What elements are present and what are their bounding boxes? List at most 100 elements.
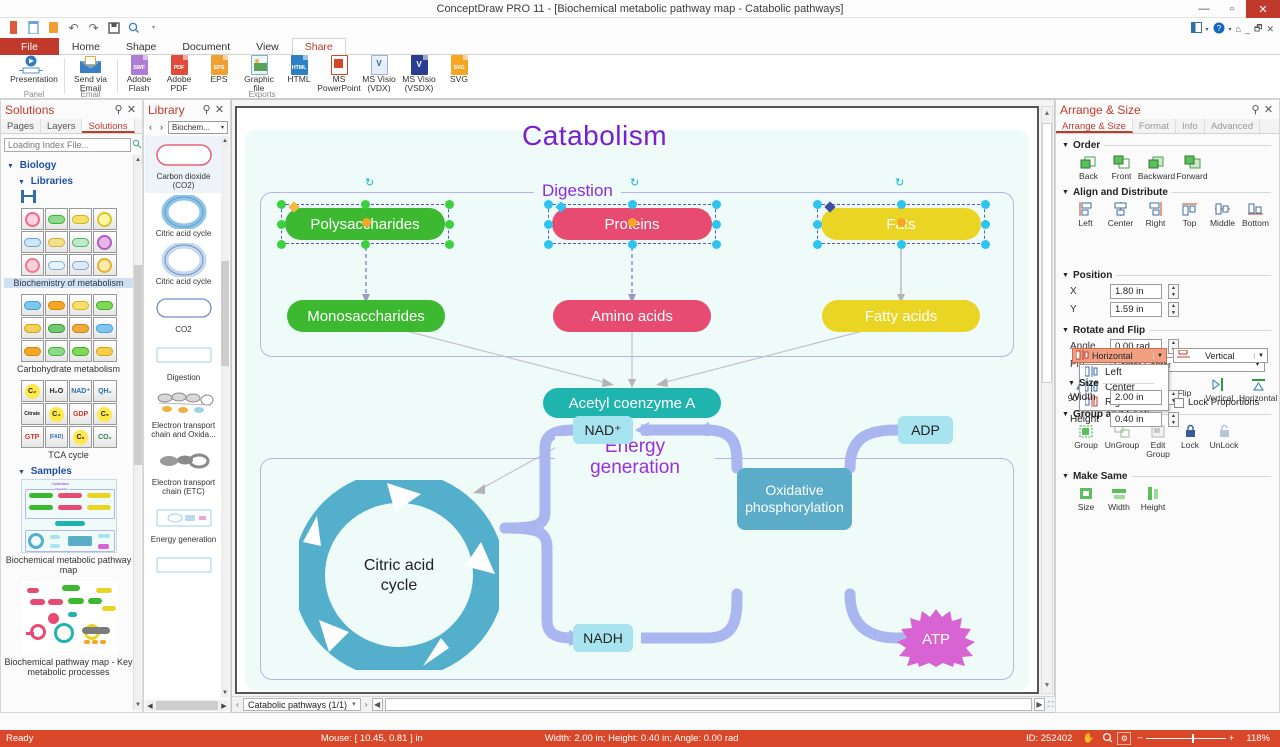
- zoom-tool-icon[interactable]: [1098, 732, 1117, 746]
- library-item[interactable]: [145, 547, 222, 586]
- node-acetyl-coenzyme-a[interactable]: Acetyl coenzyme A: [543, 388, 721, 418]
- scrollbar-thumb[interactable]: [134, 265, 142, 465]
- ribbon-tab-shape[interactable]: Shape: [113, 38, 169, 55]
- resize-handle[interactable]: [813, 200, 822, 209]
- close-icon[interactable]: ✕: [125, 103, 138, 116]
- library-horizontal-scrollbar[interactable]: ◀ ▶: [145, 700, 229, 711]
- library-item[interactable]: Electron transport chain (ETC): [145, 442, 222, 499]
- lock-button[interactable]: Lock: [1174, 422, 1206, 459]
- tca-cell[interactable]: Citrate: [20, 403, 44, 425]
- page-menu-icon[interactable]: ▾: [352, 699, 356, 711]
- library-vertical-scrollbar[interactable]: ▲ ▼: [221, 136, 229, 698]
- align-middle-button[interactable]: Middle: [1206, 200, 1239, 228]
- library-item[interactable]: Citric acid cycle: [145, 193, 222, 241]
- resize-handle[interactable]: [544, 200, 553, 209]
- resize-handle[interactable]: [628, 200, 637, 209]
- node-atp[interactable]: ATP: [892, 608, 980, 668]
- node-nad-plus[interactable]: NAD⁺: [573, 416, 633, 444]
- maximize-button[interactable]: ▫: [1218, 0, 1246, 18]
- tca-cell[interactable]: C₂: [20, 380, 44, 402]
- library-item[interactable]: Energy generation: [145, 499, 222, 547]
- height-stepper[interactable]: ▲ ▼: [1168, 412, 1179, 427]
- export-powerpoint-file-button[interactable]: MS PowerPoint: [317, 54, 361, 92]
- scroll-right-icon[interactable]: ▶: [219, 702, 229, 710]
- library-item[interactable]: Carbon dioxide (CO2): [145, 136, 222, 193]
- solutions-tab-layers[interactable]: Layers: [41, 119, 83, 133]
- distribute-vertical-combo[interactable]: Vertical ▼: [1173, 348, 1268, 363]
- tca-cell[interactable]: [FAD]: [44, 426, 68, 448]
- layout-dropdown-icon[interactable]: ▾: [1206, 26, 1209, 33]
- zoom-track[interactable]: [1145, 734, 1226, 743]
- tca-cell[interactable]: CO₂: [93, 426, 117, 448]
- arrange-tab-arrange-size[interactable]: Arrange & Size: [1056, 119, 1133, 133]
- library-next-button[interactable]: ›: [157, 122, 166, 132]
- resize-handle[interactable]: [361, 200, 370, 209]
- align-center-button[interactable]: Center: [1103, 200, 1138, 228]
- close-button[interactable]: ✕: [1246, 0, 1280, 18]
- export-svg-file-button[interactable]: SVG SVG: [439, 54, 479, 88]
- tca-cell[interactable]: GTP: [20, 426, 44, 448]
- resize-handle[interactable]: [813, 220, 822, 229]
- document-page[interactable]: Catabolism ↻ ↻ ↻ Digestion Monosaccharid…: [235, 106, 1039, 694]
- section-order-header[interactable]: ▼ Order: [1062, 140, 1279, 151]
- tca-cell[interactable]: C₅: [93, 403, 117, 425]
- connection-point[interactable]: [362, 218, 371, 227]
- hscroll-left-icon[interactable]: ◀: [371, 698, 383, 711]
- scroll-down-icon[interactable]: ▼: [134, 700, 142, 710]
- x-stepper[interactable]: ▲ ▼: [1168, 284, 1179, 299]
- y-input[interactable]: 1.59 in: [1110, 302, 1162, 317]
- lock-proportions-checkbox[interactable]: Lock Proportions: [1174, 397, 1259, 408]
- y-stepper[interactable]: ▲ ▼: [1168, 302, 1179, 317]
- section-rotate-header[interactable]: ▼ Rotate and Flip: [1062, 325, 1279, 336]
- solutions-tab-solutions[interactable]: Solutions: [82, 119, 135, 133]
- resize-handle[interactable]: [981, 240, 990, 249]
- tca-cell[interactable]: NAD⁺: [69, 380, 93, 402]
- connection-point[interactable]: [628, 218, 637, 227]
- group-button[interactable]: Group: [1070, 422, 1102, 459]
- solutions-search-input[interactable]: Loading Index File...: [4, 138, 131, 152]
- export-eps-file-button[interactable]: EPS EPS: [199, 54, 239, 88]
- close-icon[interactable]: ✕: [213, 103, 226, 116]
- library-item[interactable]: CO2: [145, 289, 222, 337]
- resize-handle[interactable]: [897, 200, 906, 209]
- align-left-button[interactable]: Left: [1068, 200, 1103, 228]
- pin-icon[interactable]: ⚲: [112, 103, 125, 116]
- tca-cell[interactable]: C₆: [69, 426, 93, 448]
- library-thumb-carbohydrate[interactable]: Carbohydrate metabolism: [2, 294, 135, 374]
- align-right-button[interactable]: Right: [1138, 200, 1173, 228]
- node-adp[interactable]: ADP: [898, 416, 953, 444]
- minimize-button[interactable]: —: [1190, 0, 1218, 18]
- align-top-button[interactable]: Top: [1173, 200, 1206, 228]
- rotate-handle[interactable]: ↻: [895, 176, 904, 189]
- resize-handle[interactable]: [277, 240, 286, 249]
- save-icon[interactable]: [106, 20, 121, 35]
- arrange-tab-advanced[interactable]: Advanced: [1205, 119, 1261, 133]
- section-make-same-header[interactable]: ▼ Make Same: [1062, 471, 1279, 482]
- index-search-icon[interactable]: [132, 138, 142, 152]
- send-via-email-button[interactable]: Send via Email: [66, 55, 115, 92]
- section-size-header[interactable]: ▼ Size: [1062, 378, 1162, 389]
- resize-handle[interactable]: [813, 240, 822, 249]
- pan-hand-icon[interactable]: ✋: [1078, 733, 1098, 744]
- citric-acid-cycle-graphic[interactable]: Citric acid cycle: [299, 480, 499, 670]
- tree-node-libraries[interactable]: ▼ Libraries: [18, 176, 135, 187]
- tca-cell[interactable]: GDP: [69, 403, 93, 425]
- canvas-horizontal-scrollbar[interactable]: [384, 698, 1032, 711]
- resize-handle[interactable]: [981, 220, 990, 229]
- ribbon-minimize-icon[interactable]: _: [1245, 24, 1250, 34]
- undo-icon[interactable]: ↶: [66, 20, 81, 35]
- sample-thumb-key-processes[interactable]: Biochemical pathway map - Key metabolic …: [2, 581, 135, 677]
- chevron-down-icon[interactable]: ▼: [1254, 352, 1267, 359]
- bring-to-front-button[interactable]: Front: [1105, 153, 1138, 181]
- tca-cell[interactable]: C₄: [44, 403, 68, 425]
- layout-icon[interactable]: [1190, 22, 1202, 36]
- scroll-left-icon[interactable]: ◀: [145, 702, 155, 710]
- page-next-button[interactable]: ›: [361, 700, 372, 709]
- resize-handle[interactable]: [277, 220, 286, 229]
- canvas-vertical-scrollbar[interactable]: ▲ ▼: [1041, 106, 1053, 694]
- edit-group-button[interactable]: Edit Group: [1142, 422, 1174, 459]
- ribbon-tab-home[interactable]: Home: [59, 38, 113, 55]
- section-align-header[interactable]: ▼ Align and Distribute: [1062, 187, 1279, 198]
- library-item[interactable]: Digestion: [145, 337, 222, 385]
- align-bottom-button[interactable]: Bottom: [1239, 200, 1272, 228]
